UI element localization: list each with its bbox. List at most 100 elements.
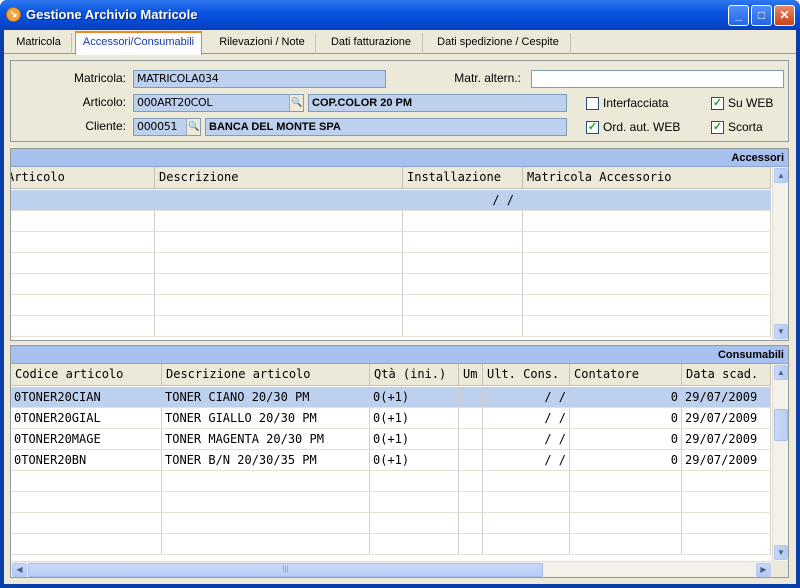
scroll-left-icon[interactable]: ◀ bbox=[12, 563, 27, 577]
tab-rilevazioni-note[interactable]: Rilevazioni / Note bbox=[209, 33, 316, 54]
table-row[interactable] bbox=[11, 492, 771, 513]
interfacciata-label: Interfacciata bbox=[603, 96, 669, 110]
table-cell: 0TONER20MAGE bbox=[11, 429, 162, 450]
column-header-codice-articolo[interactable]: Codice articolo bbox=[11, 364, 162, 386]
app-icon[interactable]: ↘ bbox=[6, 7, 21, 22]
scorta-checkbox[interactable]: ✓ bbox=[711, 121, 724, 134]
table-cell: 0(+1) bbox=[370, 408, 459, 429]
table-row[interactable] bbox=[11, 513, 771, 534]
scroll-right-icon[interactable]: ▶ bbox=[756, 563, 771, 577]
table-row[interactable]: 0TONER20BN TONER B/N 20/30/35 PM 0(+1) /… bbox=[11, 450, 771, 471]
table-cell: 0TONER20CIAN bbox=[11, 387, 162, 408]
table-row[interactable]: 0TONER20CIAN TONER CIANO 20/30 PM 0(+1) … bbox=[11, 387, 771, 408]
scroll-up-icon[interactable]: ▲ bbox=[774, 168, 788, 183]
table-row[interactable] bbox=[11, 316, 771, 337]
title-bar[interactable]: ↘ Gestione Archivio Matricole _ □ ✕ bbox=[0, 0, 800, 30]
column-header-ult-cons[interactable]: Ult. Cons. bbox=[483, 364, 570, 386]
tab-accessori-consumabili[interactable]: Accessori/Consumabili bbox=[75, 31, 202, 55]
articolo-label: Articolo: bbox=[82, 95, 126, 109]
tab-dati-spedizione[interactable]: Dati spedizione / Cespite bbox=[426, 33, 571, 54]
table-cell bbox=[459, 408, 483, 429]
table-cell: 29/07/2009 bbox=[682, 387, 771, 408]
column-header-qta[interactable]: Qtà (ini.) bbox=[370, 364, 459, 386]
table-row[interactable] bbox=[11, 253, 771, 274]
table-cell bbox=[459, 450, 483, 471]
table-row[interactable] bbox=[11, 274, 771, 295]
tab-dati-fatturazione[interactable]: Dati fatturazione bbox=[320, 33, 423, 54]
tab-matricola[interactable]: Matricola bbox=[6, 33, 72, 54]
scrollbar-thumb[interactable] bbox=[774, 409, 788, 441]
column-header-installazione[interactable]: Installazione bbox=[403, 167, 523, 189]
scorta-label: Scorta bbox=[728, 120, 763, 134]
table-cell bbox=[459, 429, 483, 450]
table-row[interactable] bbox=[11, 534, 771, 555]
main-window: ↘ Gestione Archivio Matricole _ □ ✕ Matr… bbox=[0, 0, 800, 588]
table-row[interactable] bbox=[11, 211, 771, 232]
table-cell bbox=[523, 190, 771, 211]
ord-aut-web-checkbox[interactable]: ✓ bbox=[586, 121, 599, 134]
accessori-caption: Accessori bbox=[11, 149, 788, 167]
table-cell: 29/07/2009 bbox=[682, 408, 771, 429]
column-header-data-scad[interactable]: Data scad. bbox=[682, 364, 771, 386]
cliente-code-value: 000051 bbox=[137, 120, 178, 133]
cliente-code-field[interactable]: 000051 🔍 bbox=[133, 118, 201, 136]
table-cell: 0 bbox=[570, 408, 682, 429]
table-cell: 0(+1) bbox=[370, 429, 459, 450]
articolo-code-field[interactable]: 000ART20COL 🔍 bbox=[133, 94, 304, 112]
maximize-button[interactable]: □ bbox=[751, 5, 772, 26]
column-header-contatore[interactable]: Contatore bbox=[570, 364, 682, 386]
table-row[interactable]: 0TONER20MAGE TONER MAGENTA 20/30 PM 0(+1… bbox=[11, 429, 771, 450]
table-cell: / / bbox=[483, 387, 570, 408]
articolo-code-value: 000ART20COL bbox=[137, 96, 213, 109]
matr-altern-field[interactable] bbox=[531, 70, 784, 88]
minimize-button[interactable]: _ bbox=[728, 5, 749, 26]
table-cell: 0(+1) bbox=[370, 387, 459, 408]
cliente-name-field: BANCA DEL MONTE SPA bbox=[205, 118, 567, 136]
tab-bar: Matricola Accessori/Consumabili Rilevazi… bbox=[4, 30, 796, 55]
table-cell: 29/07/2009 bbox=[682, 450, 771, 471]
table-cell: / / bbox=[483, 429, 570, 450]
table-cell: / / bbox=[483, 408, 570, 429]
scroll-down-icon[interactable]: ▼ bbox=[774, 324, 788, 339]
column-header-um[interactable]: Um bbox=[459, 364, 483, 386]
table-cell bbox=[11, 190, 155, 211]
table-cell: TONER B/N 20/30/35 PM bbox=[162, 450, 370, 471]
table-row[interactable]: 0TONER20GIAL TONER GIALLO 20/30 PM 0(+1)… bbox=[11, 408, 771, 429]
table-row[interactable] bbox=[11, 232, 771, 253]
su-web-checkbox[interactable]: ✓ bbox=[711, 97, 724, 110]
scroll-up-icon[interactable]: ▲ bbox=[774, 365, 788, 380]
consumabili-vertical-scrollbar[interactable]: ▲ ▼ bbox=[772, 364, 788, 561]
matricola-field[interactable]: MATRICOLA034 bbox=[133, 70, 386, 88]
scrollbar-thumb[interactable]: ||| bbox=[28, 563, 543, 577]
table-cell bbox=[459, 387, 483, 408]
table-cell: 0 bbox=[570, 450, 682, 471]
accessori-vertical-scrollbar[interactable]: ▲ ▼ bbox=[772, 167, 788, 340]
consumabili-caption: Consumabili bbox=[11, 346, 788, 364]
interfacciata-checkbox[interactable] bbox=[586, 97, 599, 110]
table-cell: 0(+1) bbox=[370, 450, 459, 471]
column-header-descrizione[interactable]: Descrizione bbox=[155, 167, 403, 189]
table-row[interactable]: / / bbox=[11, 190, 771, 211]
close-button[interactable]: ✕ bbox=[774, 5, 795, 26]
window-client: Matricola Accessori/Consumabili Rilevazi… bbox=[4, 30, 796, 584]
articolo-description-field: COP.COLOR 20 PM bbox=[308, 94, 567, 112]
table-cell: TONER GIALLO 20/30 PM bbox=[162, 408, 370, 429]
table-cell: TONER MAGENTA 20/30 PM bbox=[162, 429, 370, 450]
magnifier-icon[interactable]: 🔍 bbox=[289, 95, 303, 111]
table-cell: TONER CIANO 20/30 PM bbox=[162, 387, 370, 408]
scroll-corner bbox=[772, 561, 788, 577]
table-cell: 0 bbox=[570, 387, 682, 408]
scroll-down-icon[interactable]: ▼ bbox=[774, 545, 788, 560]
column-header-matricola-accessorio[interactable]: Matricola Accessorio bbox=[523, 167, 771, 189]
table-cell: 0TONER20BN bbox=[11, 450, 162, 471]
table-row[interactable] bbox=[11, 295, 771, 316]
column-header-descrizione-articolo[interactable]: Descrizione articolo bbox=[162, 364, 370, 386]
magnifier-icon[interactable]: 🔍 bbox=[186, 119, 200, 135]
matricola-label: Matricola: bbox=[73, 71, 126, 85]
window-title: Gestione Archivio Matricole bbox=[26, 7, 198, 22]
table-row[interactable] bbox=[11, 471, 771, 492]
column-header-articolo[interactable]: Articolo bbox=[11, 167, 155, 189]
su-web-label: Su WEB bbox=[728, 96, 774, 110]
matr-altern-label: Matr. altern.: bbox=[454, 71, 521, 85]
consumabili-horizontal-scrollbar[interactable]: ◀ ||| ▶ bbox=[11, 561, 772, 577]
